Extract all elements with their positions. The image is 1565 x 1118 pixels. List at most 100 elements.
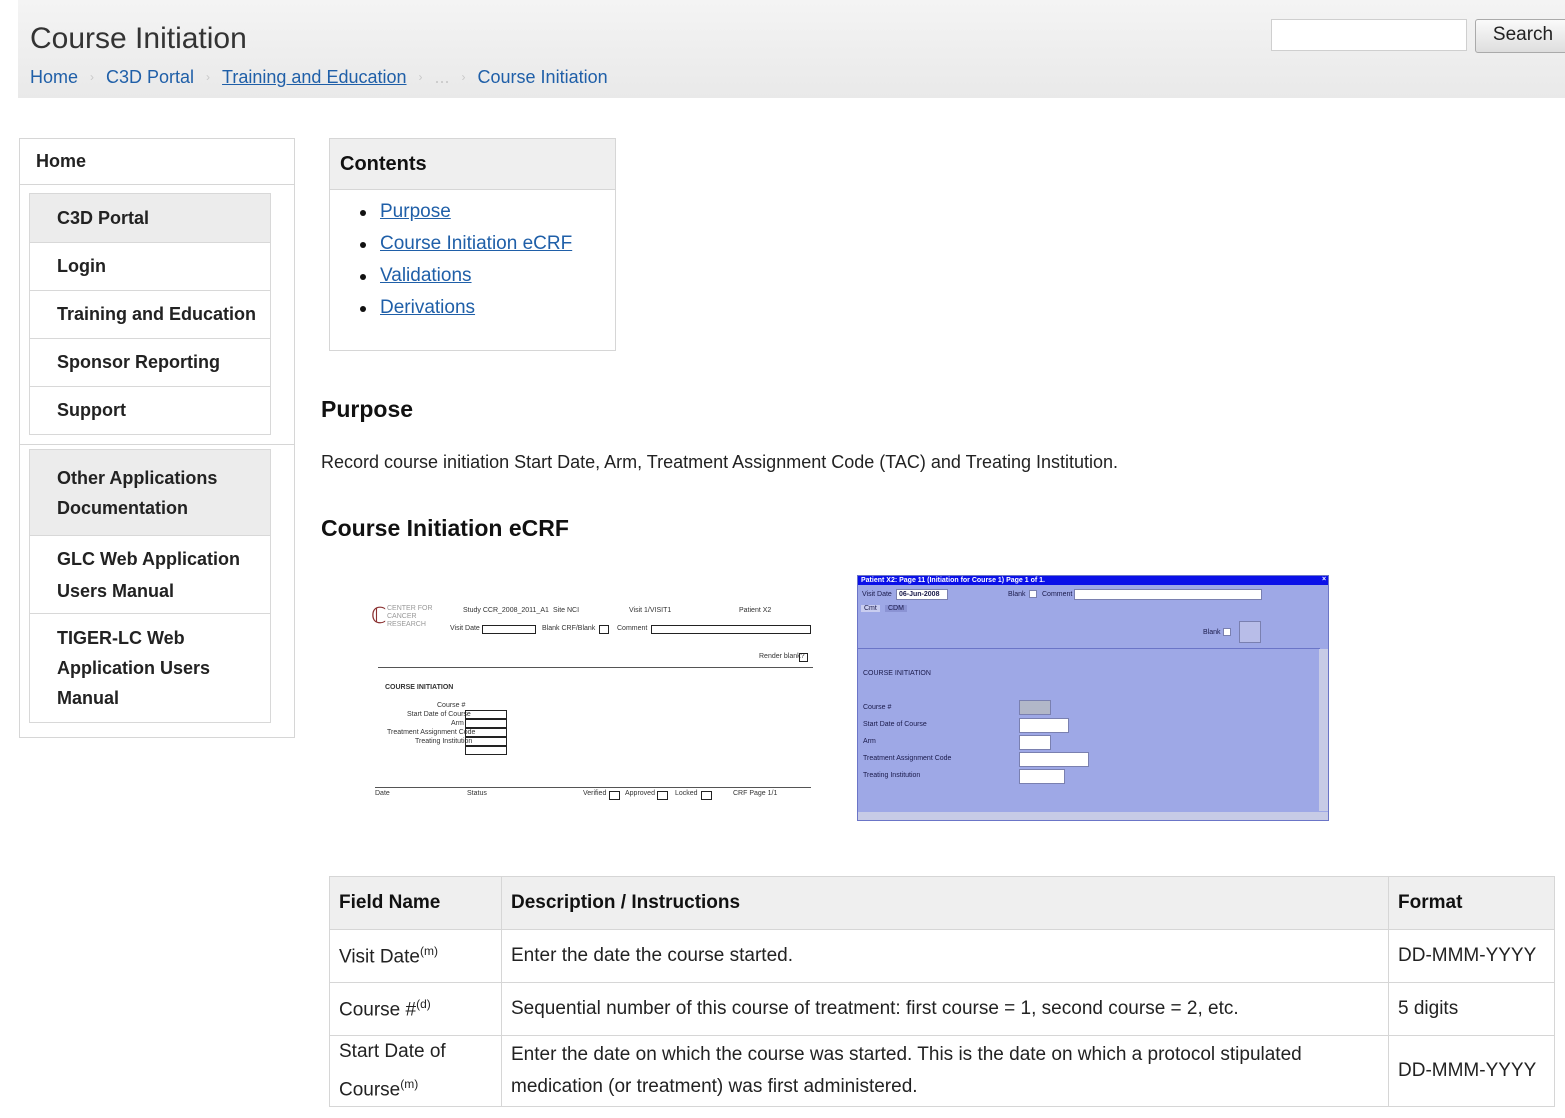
column-header: Field Name [329, 876, 502, 930]
paper-section-title: COURSE INITIATION [385, 684, 454, 691]
contents-link-derivations[interactable]: Derivations [380, 297, 475, 318]
paper-field-tac: Treatment Assignment Code [387, 729, 476, 736]
sidebar-item-label: GLC Web Application [57, 548, 240, 569]
breadcrumb-separator-icon: › [206, 70, 211, 84]
paper-field-arm: Arm [451, 720, 464, 727]
paper-org-line1: CENTER FOR [387, 605, 433, 612]
screen-blank2-button [1239, 621, 1261, 643]
paper-footer-verified: Verified [583, 790, 607, 797]
table-of-contents: Contents Purpose Course Initiation eCRF … [329, 138, 616, 351]
paper-field-institution: Treating Institution [415, 738, 473, 745]
paper-box [465, 710, 507, 719]
screen-tab-cdm: CDM [885, 605, 907, 612]
table-row: Course #(d) Sequential number of this co… [329, 982, 1555, 1036]
sidebar-item-training[interactable]: Training and Education [30, 291, 270, 339]
description-line: medication (or treatment) was first admi… [511, 1076, 918, 1098]
paper-crf-image[interactable]: ℂ CENTER FOR CANCER RESEARCH Study CCR_2… [367, 597, 815, 807]
screen-visit-date-value: 06-Jun-2008 [899, 591, 940, 598]
table-row: Start Date of Course(m) Enter the date on… [329, 1034, 1555, 1108]
paper-visit-date-label: Visit Date [450, 625, 480, 632]
paper-footer-approved: Approved [625, 790, 655, 797]
sidebar-nav: Home C3D Portal Login Training and Educa… [19, 138, 295, 738]
paper-blank-crf-label: Blank CRF/Blank [542, 625, 596, 632]
field-name: Visit Date [339, 946, 420, 968]
screen-blank-checkbox [1029, 590, 1037, 598]
contents-link-purpose[interactable]: Purpose [380, 201, 451, 222]
paper-visit: Visit 1/VISIT1 [629, 607, 672, 614]
paper-footer-locked: Locked [675, 790, 698, 797]
close-icon: × [1322, 576, 1327, 583]
sidebar-item-sponsor-reporting[interactable]: Sponsor Reporting [30, 339, 270, 387]
paper-render-checkbox [799, 653, 808, 662]
paper-footer-checkbox [657, 791, 668, 800]
sidebar-item-other-apps[interactable]: Other Applications Documentation [30, 450, 270, 536]
field-marker: (m) [419, 943, 438, 958]
search-input[interactable] [1271, 19, 1467, 51]
screen-blank-label: Blank [1008, 591, 1026, 598]
sidebar-divider [20, 184, 294, 185]
page-header: Course Initiation Home › C3D Portal › Traini… [18, 0, 1565, 98]
paper-site: Site NCI [553, 607, 580, 614]
paper-field-course: Course # [437, 702, 466, 709]
sidebar-item-tiger-lc-manual[interactable]: TIGER-LC Web Application Users Manual [30, 614, 270, 722]
paper-footer-status: Status [467, 790, 487, 797]
paper-box [465, 728, 507, 737]
screen-crf-image[interactable]: Patient X2: Page 11 (Initiation for Cour… [857, 575, 1329, 821]
sidebar-item-login[interactable]: Login [30, 243, 270, 291]
paper-footer-page: CRF Page 1/1 [733, 790, 778, 797]
sidebar-item-label: TIGER-LC Web [57, 628, 185, 648]
breadcrumb-home[interactable]: Home [30, 67, 78, 87]
ccr-logo-icon: ℂ [371, 603, 387, 628]
description-cell: Sequential number of this course of trea… [501, 982, 1389, 1036]
paper-render-blank: Render blank? [759, 653, 805, 660]
field-definitions-table: Field Name Description / Instructions Fo… [329, 876, 1555, 1108]
sidebar-divider [20, 444, 294, 445]
screen-tab-cmt: Cmt [861, 605, 880, 612]
screen-divider [858, 648, 1320, 649]
sidebar-item-c3d-portal[interactable]: C3D Portal [30, 194, 270, 243]
screen-field-institution: Treating Institution [863, 772, 921, 779]
sidebar-item-support[interactable]: Support [30, 387, 270, 434]
paper-box [465, 719, 507, 728]
paper-box [465, 746, 507, 755]
breadcrumb-c3d-portal[interactable]: C3D Portal [106, 67, 194, 87]
paper-org-line2: CANCER [387, 613, 417, 620]
breadcrumb: Home › C3D Portal › Training and Education ›.… [30, 67, 608, 88]
field-name-cell: Start Date of Course(m) [329, 1034, 502, 1108]
column-header: Format [1388, 876, 1555, 930]
list-item: Course Initiation eCRF [359, 233, 572, 265]
sidebar-item-glc-manual[interactable]: GLC Web Application Users Manual [30, 536, 270, 614]
format-cell: DD-MMM-YYYY [1388, 1034, 1555, 1108]
list-item: Purpose [359, 201, 572, 233]
screen-form-titlebar: Patient X2: Page 11 (Initiation for Cour… [858, 576, 1328, 585]
screen-blank2-checkbox [1223, 628, 1231, 636]
list-item: Derivations [359, 297, 572, 329]
sidebar-item-label: Other Applications [57, 467, 218, 488]
breadcrumb-ellipsis[interactable]: ... [435, 67, 450, 87]
paper-footer-date: Date [375, 790, 390, 797]
contents-link-ecrf[interactable]: Course Initiation eCRF [380, 233, 572, 254]
format-cell: 5 digits [1388, 982, 1555, 1036]
sidebar-item-label: Application Users [57, 658, 211, 678]
paper-comment-box [651, 625, 811, 634]
sidebar-item-home[interactable]: Home [36, 151, 86, 172]
breadcrumb-current: Course Initiation [477, 67, 608, 87]
table-row: Visit Date(m) Enter the date the course … [329, 929, 1555, 983]
search-button[interactable]: Search [1475, 19, 1565, 53]
paper-comment-label: Comment [617, 625, 648, 632]
purpose-text: Record course initiation Start Date, Arm… [321, 452, 1119, 472]
breadcrumb-separator-icon: › [90, 70, 95, 84]
field-name: Course # [339, 999, 417, 1021]
field-name-cell: Course #(d) [329, 982, 502, 1036]
description-cell: Enter the date the course started. [501, 929, 1389, 983]
contents-link-validations[interactable]: Validations [380, 265, 472, 286]
field-marker: (d) [416, 996, 431, 1011]
paper-footer-checkbox [609, 791, 620, 800]
table-header-row: Field Name Description / Instructions Fo… [329, 876, 1555, 930]
screen-visit-date-field: 06-Jun-2008 [896, 589, 948, 600]
screen-institution-field [1019, 769, 1065, 784]
screen-start-field [1019, 718, 1069, 733]
format-cell: DD-MMM-YYYY [1388, 929, 1555, 983]
screen-section-title: COURSE INITIATION [863, 670, 931, 677]
breadcrumb-training-education[interactable]: Training and Education [222, 67, 406, 87]
